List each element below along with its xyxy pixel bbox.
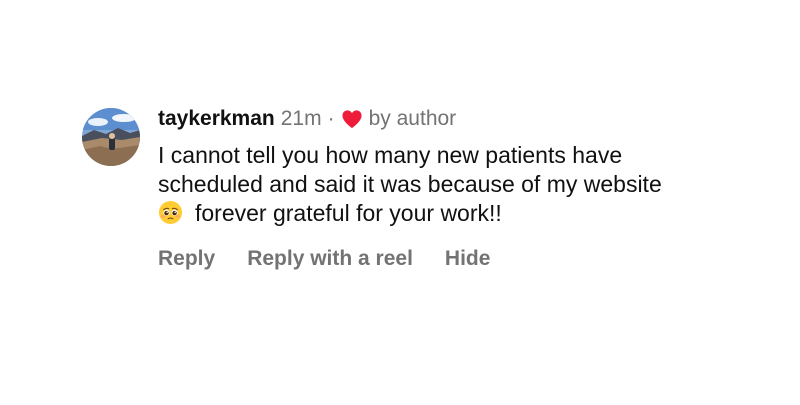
comment-body: taykerkman 21m · by author I cannot tell… (158, 104, 778, 274)
separator-dot: · (327, 107, 335, 130)
hide-button[interactable]: Hide (445, 244, 491, 274)
comment-text: I cannot tell you how many new patients … (158, 141, 778, 228)
profile-photo-mountain-avatar-icon (82, 108, 140, 166)
pleading-face-emoji-icon (158, 200, 183, 225)
avatar[interactable] (82, 108, 140, 166)
comment-text-line-with-emoji: forever grateful for your work!! (158, 199, 778, 228)
comment-text-line: forever grateful for your work!! (195, 200, 502, 226)
username[interactable]: taykerkman (158, 104, 275, 134)
comment-text-line: I cannot tell you how many new patients … (158, 142, 623, 168)
heart-icon (341, 109, 363, 129)
timestamp: 21m (280, 107, 322, 130)
comment-actions: Reply Reply with a reel Hide (158, 244, 778, 274)
comment-text-line: scheduled and said it was because of my … (158, 171, 662, 197)
liked-by-author-label: by author (368, 107, 457, 130)
reply-with-reel-button[interactable]: Reply with a reel (247, 244, 413, 274)
comment-meta: taykerkman 21m · by author (158, 104, 778, 134)
reply-button[interactable]: Reply (158, 244, 215, 274)
